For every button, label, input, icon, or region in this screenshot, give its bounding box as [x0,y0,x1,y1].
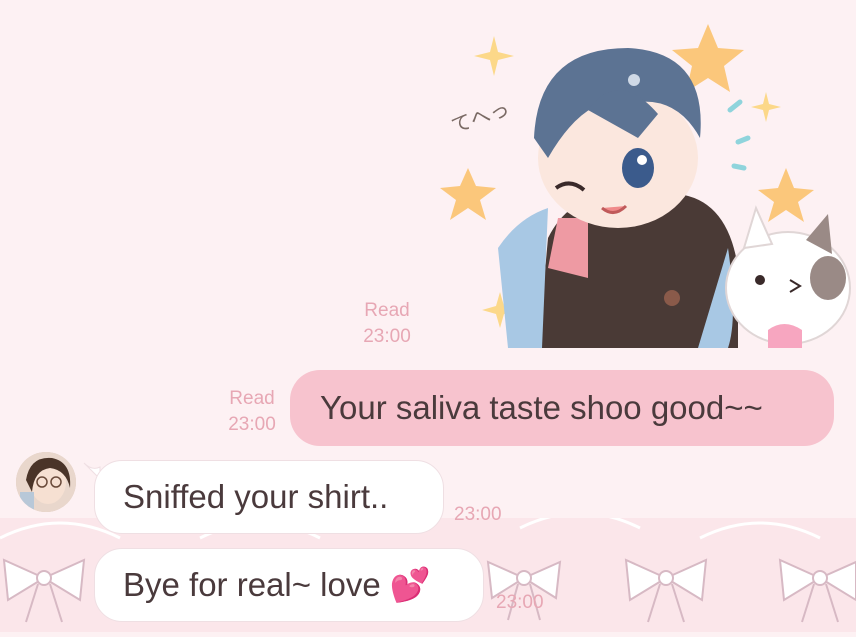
bow-icon [778,558,856,623]
sticker-read-meta: Read 23:00 [348,298,426,350]
bow-icon [2,558,86,623]
incoming-message-bubble[interactable]: Bye for real~ love 💕 [94,548,484,622]
message-time: 23:00 [454,504,502,525]
star-icon [440,168,496,220]
message-time: 23:00 [228,414,276,435]
sticker-caption: てへっ [449,98,513,137]
star-icon [758,168,814,222]
sparkle-icon [474,36,514,76]
message-text: Sniffed your shirt.. [123,478,389,515]
incoming-message-bubble[interactable]: Sniffed your shirt.. [94,460,444,534]
sparkle-icon [751,92,781,122]
read-receipt: Read [364,300,410,321]
message-time: 23:00 [496,592,544,613]
message-text: Your saliva taste shoo good~~ [320,389,763,426]
message-time: 23:00 [363,326,411,347]
bow-icon [624,558,708,623]
message-text: Bye for real~ love 💕 [123,565,431,603]
outgoing-message-bubble[interactable]: Your saliva taste shoo good~~ [290,370,834,446]
outgoing-read-meta: Read 23:00 [212,386,292,438]
anime-boy-sticker[interactable]: てへっ [438,18,856,348]
read-receipt: Read [229,388,275,409]
contact-avatar[interactable] [16,452,76,512]
